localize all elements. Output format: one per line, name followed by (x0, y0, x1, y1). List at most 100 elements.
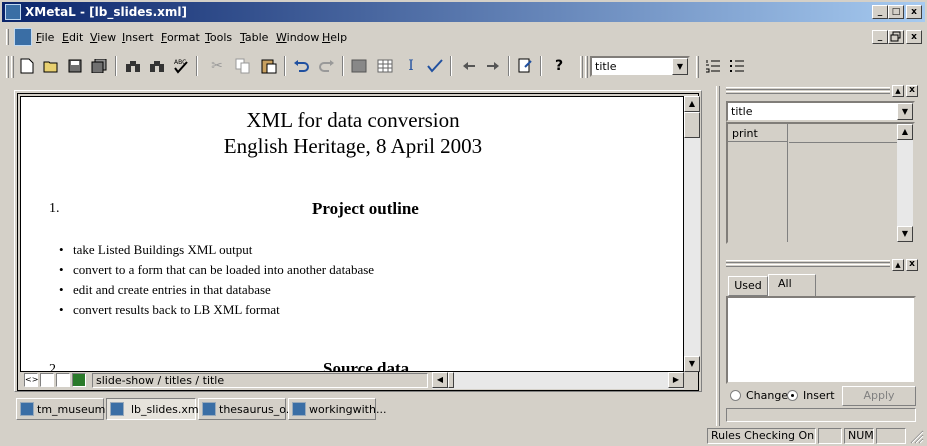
copy-icon[interactable] (232, 55, 254, 77)
child-restore-button[interactable] (888, 30, 904, 44)
attribute-name[interactable]: print (728, 124, 788, 142)
doc-tab[interactable]: tm_museum... (16, 398, 116, 420)
menu-insert[interactable]: Insert (122, 31, 154, 44)
list-item[interactable]: convert to a form that can be loaded int… (59, 262, 374, 278)
scroll-up-icon[interactable]: ▲ (897, 124, 913, 140)
list-item[interactable]: edit and create entries in that database (59, 282, 271, 298)
section-heading[interactable]: Source data (323, 359, 409, 371)
menu-file[interactable]: File (36, 31, 54, 44)
doc-tab[interactable]: workingwith... (288, 398, 386, 420)
menu-tools[interactable]: Tools (205, 31, 232, 44)
resize-grip[interactable] (910, 430, 924, 444)
tab-all[interactable]: All (768, 274, 816, 297)
radio-insert-label: Insert (803, 389, 835, 402)
insert-table-icon[interactable] (374, 55, 396, 77)
scroll-thumb[interactable] (684, 112, 700, 138)
section-number: 2. (49, 362, 60, 372)
arrow-left-icon[interactable] (458, 55, 480, 77)
panel-maximize-button[interactable]: ▲ (892, 259, 904, 271)
chevron-down-icon[interactable]: ▼ (672, 58, 688, 75)
menu-format[interactable]: Format (161, 31, 200, 44)
toolbar-grip-2 (11, 56, 14, 78)
document-vertical-scrollbar[interactable]: ▲ ▼ (684, 96, 700, 372)
text-cursor-icon[interactable]: I (400, 55, 422, 77)
radio-insert[interactable] (787, 390, 798, 401)
attribute-element-select[interactable]: title ▼ (726, 101, 915, 122)
chevron-down-icon[interactable]: ▼ (897, 103, 913, 120)
scroll-left-icon[interactable]: ◀ (432, 372, 448, 388)
toolbar-separator (284, 56, 286, 76)
child-close-button[interactable]: x (906, 30, 922, 44)
radio-change[interactable] (730, 390, 741, 401)
section-heading[interactable]: Project outline (312, 199, 419, 219)
paste-icon[interactable] (258, 55, 280, 77)
document-icon[interactable] (14, 28, 32, 46)
toolbar: ABC ✂ I ? title ▼ (2, 52, 925, 82)
status-cell (876, 428, 906, 444)
scroll-down-icon[interactable]: ▼ (897, 226, 913, 242)
title-bar: XMetaL - [lb_slides.xml] _ □ x (2, 2, 925, 22)
xml-file-icon (110, 402, 124, 416)
scroll-right-icon[interactable]: ▶ (668, 372, 684, 388)
menu-window[interactable]: Window (276, 31, 319, 44)
save-icon[interactable] (64, 55, 86, 77)
scroll-down-icon[interactable]: ▼ (684, 356, 700, 372)
toolbar-separator (196, 56, 198, 76)
panel-grip (726, 87, 890, 90)
find-icon[interactable] (122, 55, 144, 77)
maximize-button[interactable]: □ (888, 5, 904, 19)
plain-text-view-icon[interactable] (56, 373, 70, 387)
apply-button[interactable]: Apply (842, 386, 916, 406)
attribute-grid[interactable]: print ▲ ▼ (726, 122, 915, 244)
element-style-select[interactable]: title ▼ (590, 56, 690, 77)
validate-icon[interactable] (424, 55, 446, 77)
pane-splitter[interactable] (716, 86, 720, 426)
bulleted-list-icon[interactable] (726, 55, 748, 77)
panel-grip (726, 260, 890, 263)
rules-checking-status: Rules Checking On (707, 428, 816, 444)
menu-help[interactable]: Help (322, 31, 347, 44)
slide-title-line-2[interactable]: English Heritage, 8 April 2003 (21, 134, 683, 159)
panel-close-button[interactable]: x (906, 85, 918, 97)
new-icon[interactable] (16, 55, 38, 77)
cut-icon[interactable]: ✂ (206, 55, 228, 77)
attribute-panel-header: ▲ x (726, 85, 920, 98)
properties-icon[interactable] (514, 55, 536, 77)
element-style-value: title (595, 60, 617, 73)
close-button[interactable]: x (906, 5, 922, 19)
undo-icon[interactable] (290, 55, 312, 77)
list-item[interactable]: take Listed Buildings XML output (59, 242, 252, 258)
doc-tab[interactable]: thesaurus_o... (198, 398, 296, 420)
menu-edit[interactable]: Edit (62, 31, 83, 44)
horizontal-scroll-thumb[interactable] (448, 372, 454, 388)
browser-preview-icon[interactable] (72, 373, 86, 387)
scroll-up-icon[interactable]: ▲ (684, 96, 700, 112)
redo-icon[interactable] (316, 55, 338, 77)
slide-title-line-1[interactable]: XML for data conversion (21, 108, 683, 133)
find-replace-icon[interactable] (146, 55, 168, 77)
spell-check-icon[interactable]: ABC (170, 55, 192, 77)
document-horizontal-scrollbar[interactable]: ◀ ▶ (432, 372, 684, 389)
app-icon[interactable] (5, 4, 21, 20)
minimize-button[interactable]: _ (872, 5, 888, 19)
tab-used[interactable]: Used (728, 276, 768, 296)
menu-view[interactable]: View (90, 31, 116, 44)
panel-close-button[interactable]: x (906, 259, 918, 271)
element-list[interactable] (726, 296, 916, 384)
help-icon[interactable]: ? (548, 55, 570, 77)
open-icon[interactable] (40, 55, 62, 77)
save-all-icon[interactable] (88, 55, 110, 77)
doc-tab-active[interactable]: lb_slides.xml (106, 398, 202, 420)
list-item[interactable]: convert results back to LB XML format (59, 302, 280, 318)
document-editor[interactable]: XML for data conversion English Heritage… (20, 96, 684, 372)
menu-table[interactable]: Table (240, 31, 268, 44)
numbered-list-icon[interactable] (702, 55, 724, 77)
child-minimize-button[interactable]: _ (872, 30, 888, 44)
attribute-scrollbar[interactable]: ▲ ▼ (897, 124, 913, 242)
normal-view-icon[interactable] (40, 373, 54, 387)
insert-image-icon[interactable] (348, 55, 370, 77)
tags-on-view-icon[interactable]: <> (24, 373, 38, 387)
section-number: 1. (49, 201, 60, 216)
arrow-right-icon[interactable] (482, 55, 504, 77)
panel-maximize-button[interactable]: ▲ (892, 85, 904, 97)
